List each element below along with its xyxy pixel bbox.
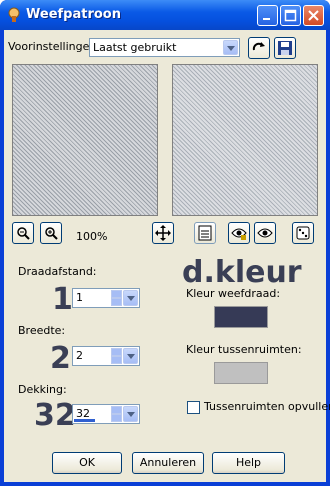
chevron-down-icon[interactable] — [223, 40, 238, 55]
presets-value: Laatst gebruikt — [93, 41, 177, 54]
width-value: 2 — [76, 349, 83, 362]
move-arrows-icon — [155, 225, 171, 241]
gap-spinner[interactable]: 1 — [72, 288, 140, 308]
width-spinner[interactable]: 2 — [72, 346, 140, 366]
opacity-level-bar — [74, 419, 95, 422]
dialog-body: Voorinstellingen: Laatst gebruikt 100% D… — [4, 30, 330, 482]
randomize-button[interactable] — [292, 222, 314, 244]
preview-panel-icon — [198, 225, 212, 241]
cancel-button[interactable]: Annuleren — [132, 452, 204, 474]
help-button[interactable]: Help — [212, 452, 285, 474]
zoom-in-icon — [45, 227, 58, 240]
gap-big-number: 1 — [52, 282, 73, 317]
presets-dropdown[interactable]: Laatst gebruikt — [89, 38, 240, 57]
width-label: Breedte: — [18, 324, 66, 337]
window-title: Weefpatroon — [26, 7, 121, 22]
width-up-down-arrows[interactable] — [111, 348, 122, 364]
gap-label-text: Draadafstand: — [18, 265, 97, 278]
gap-up-down-arrows[interactable] — [111, 290, 122, 306]
ok-button[interactable]: OK — [52, 452, 122, 474]
maximize-button[interactable] — [280, 5, 301, 26]
app-icon — [8, 7, 20, 22]
fill-gaps-label[interactable]: Tussenruimten opvullen — [204, 400, 330, 413]
minimize-button[interactable] — [257, 5, 278, 26]
title-bar[interactable]: Weefpatroon — [0, 0, 330, 30]
proof-button[interactable] — [254, 222, 276, 244]
zoom-in-button[interactable] — [40, 222, 62, 244]
eye-icon — [257, 228, 273, 238]
gap-label: Draadafstand: — [18, 265, 97, 278]
zoom-out-icon — [17, 227, 30, 240]
proof-toggle-button[interactable] — [194, 222, 216, 244]
original-preview[interactable] — [12, 64, 158, 216]
width-big-number: 2 — [50, 341, 71, 376]
close-icon — [308, 10, 319, 21]
close-button[interactable] — [303, 5, 324, 26]
dialog-window: Weefpatroon Voorinstellingen: Laatst geb… — [0, 0, 330, 486]
floppy-disk-icon — [278, 41, 292, 55]
gap-dropdown-icon[interactable] — [123, 290, 138, 306]
gap-color-label: Kleur tussenruimten: — [186, 343, 302, 356]
opacity-spinner[interactable]: 32 — [72, 404, 140, 424]
overlay-text: d.kleur — [182, 255, 302, 290]
result-preview — [172, 64, 318, 216]
gap-value: 1 — [76, 291, 83, 304]
maximize-icon — [284, 9, 297, 22]
zoom-out-button[interactable] — [12, 222, 34, 244]
fill-gaps-checkbox[interactable] — [187, 401, 200, 414]
presets-label: Voorinstellingen: — [8, 40, 101, 53]
opacity-dropdown-icon[interactable] — [123, 406, 138, 422]
zoom-level: 100% — [76, 230, 108, 243]
dice-icon — [296, 226, 310, 240]
weave-color-label: Kleur weefdraad: — [186, 287, 281, 300]
opacity-up-down-arrows[interactable] — [111, 406, 122, 422]
reset-preset-button[interactable] — [248, 37, 270, 59]
weave-color-swatch[interactable] — [214, 306, 268, 328]
opacity-big-number: 32 — [34, 398, 76, 433]
save-preset-button[interactable] — [274, 37, 296, 59]
eye-lock-icon — [231, 228, 247, 240]
minimize-icon — [263, 18, 270, 20]
auto-proof-button[interactable] — [228, 222, 250, 244]
opacity-label: Dekking: — [18, 383, 67, 396]
width-dropdown-icon[interactable] — [123, 348, 138, 364]
gap-color-swatch[interactable] — [214, 362, 268, 384]
refresh-arrow-icon — [252, 42, 265, 51]
pan-button[interactable] — [152, 222, 174, 244]
